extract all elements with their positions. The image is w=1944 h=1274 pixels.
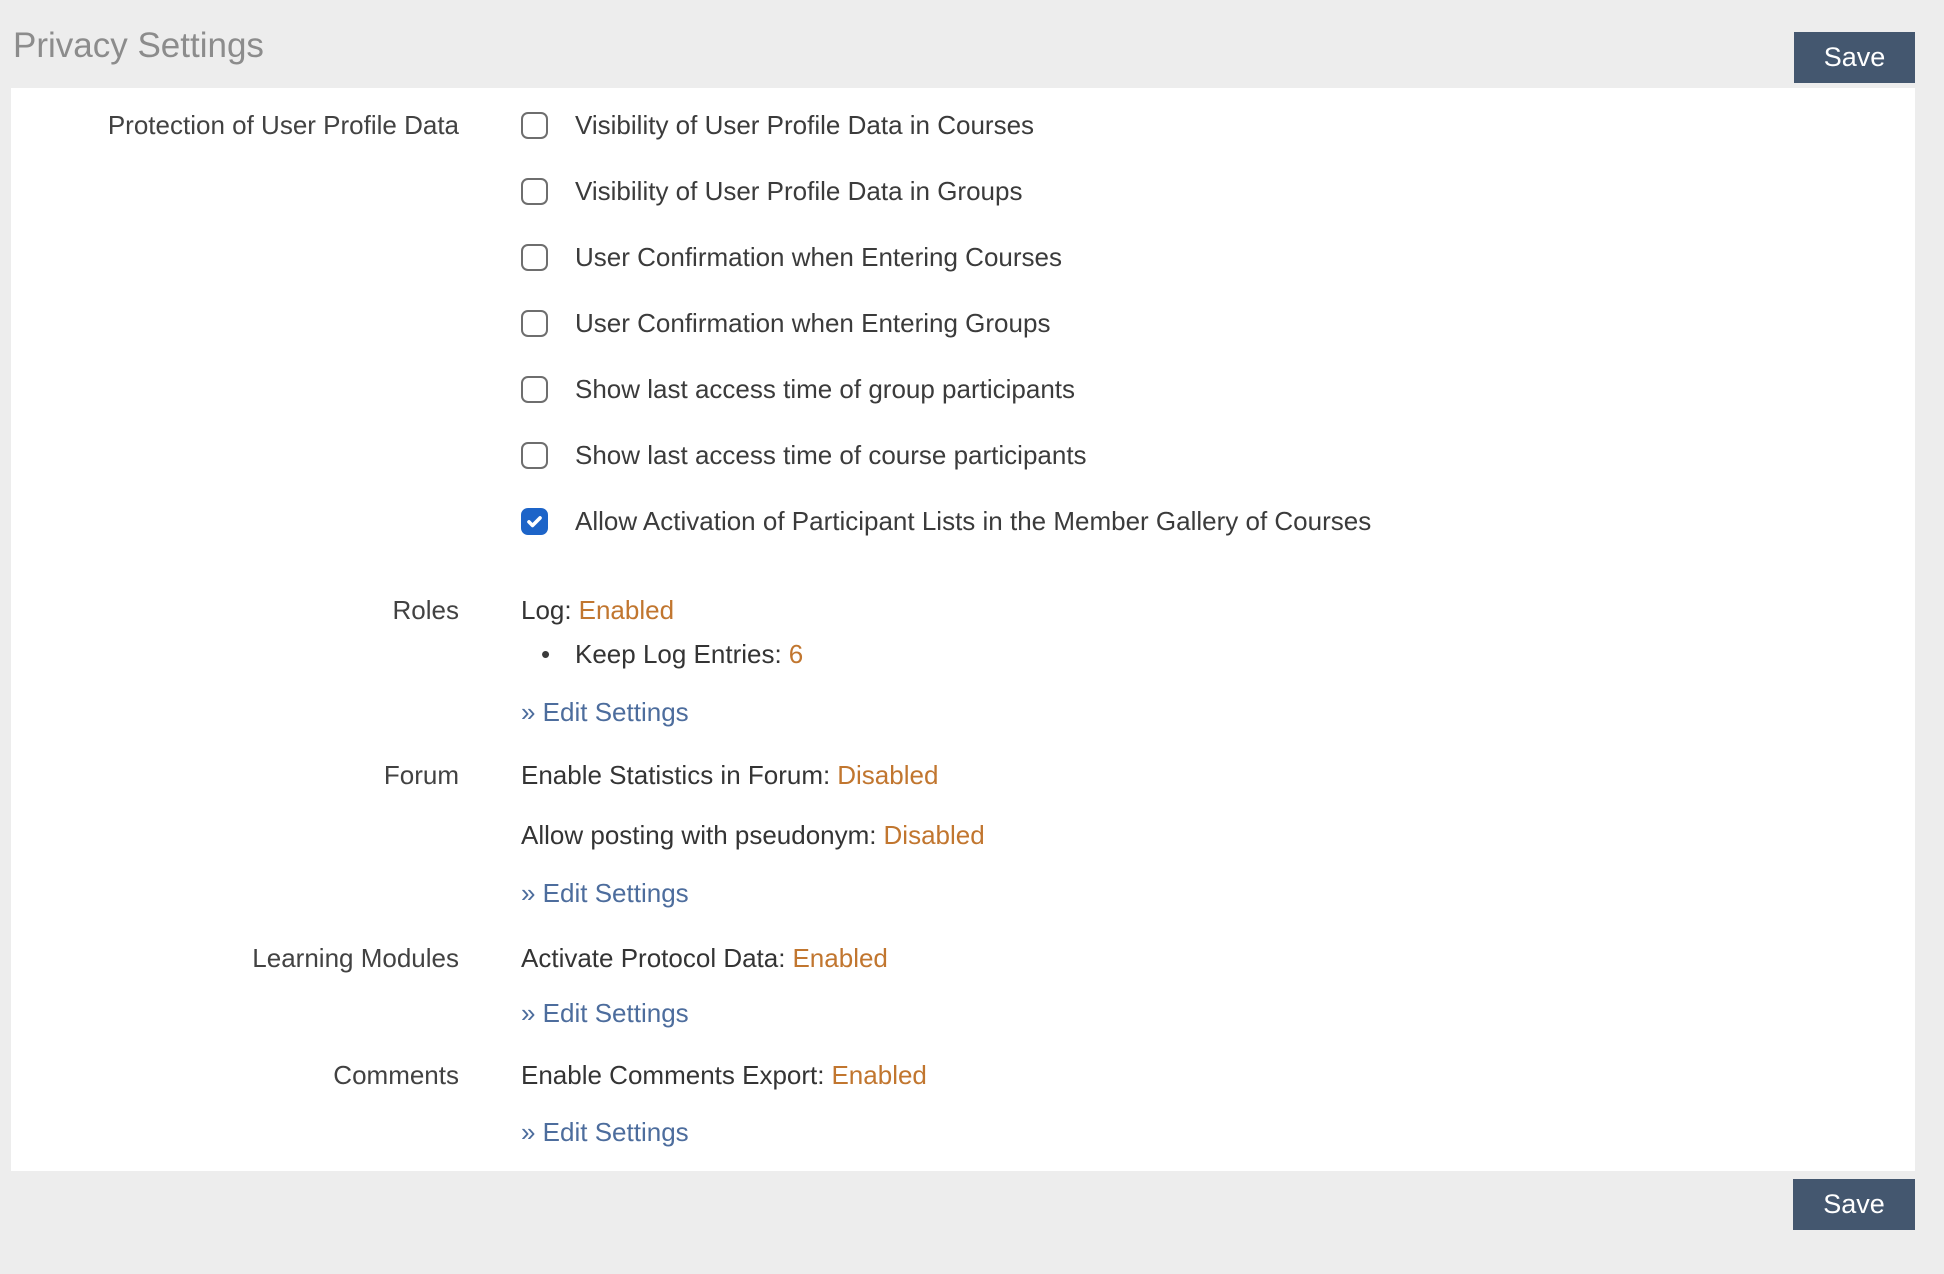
status-line: Enable Statistics in Forum:Disabled (521, 753, 985, 797)
checkbox-row: Visibility of User Profile Data in Group… (521, 158, 1371, 224)
row-label-comments: Comments (11, 1053, 459, 1097)
checkbox-label[interactable]: Visibility of User Profile Data in Cours… (575, 103, 1034, 147)
status-line: Enable Comments Export:Enabled (521, 1053, 927, 1097)
status-prefix: Allow posting with pseudonym: (521, 820, 877, 850)
checkbox-row: Show last access time of course particip… (521, 422, 1371, 488)
status-line: •Keep Log Entries:6 (521, 632, 803, 676)
check-icon (525, 512, 544, 531)
status-line: Allow posting with pseudonym:Disabled (521, 813, 985, 857)
checkbox-participant-lists[interactable] (521, 508, 548, 535)
form-row-protection: Protection of User Profile Data Visibili… (11, 92, 1915, 554)
edit-settings-link-comments[interactable]: » Edit Settings (521, 1110, 927, 1154)
status-value: 6 (789, 639, 803, 669)
checkbox-label[interactable]: Visibility of User Profile Data in Group… (575, 169, 1022, 213)
edit-settings-link-learning-modules[interactable]: » Edit Settings (521, 991, 888, 1035)
form-row-roles: Roles Log:Enabled •Keep Log Entries:6 » … (11, 588, 1915, 734)
edit-settings-link-forum[interactable]: » Edit Settings (521, 871, 985, 915)
status-line: Log:Enabled (521, 588, 803, 632)
save-button-bottom[interactable]: Save (1793, 1179, 1915, 1230)
row-label-protection: Protection of User Profile Data (11, 92, 459, 158)
checkbox-row: Show last access time of group participa… (521, 356, 1371, 422)
edit-settings-link-roles[interactable]: » Edit Settings (521, 690, 803, 734)
bullet-icon: • (541, 632, 575, 676)
row-label-learning-modules: Learning Modules (11, 936, 459, 980)
status-value: Disabled (884, 820, 985, 850)
checkbox-row: Visibility of User Profile Data in Cours… (521, 92, 1371, 158)
checkbox-row: Allow Activation of Participant Lists in… (521, 488, 1371, 554)
checkbox-confirmation-courses[interactable] (521, 244, 548, 271)
save-button-top[interactable]: Save (1794, 32, 1915, 83)
checkbox-visibility-groups[interactable] (521, 178, 548, 205)
status-prefix: Log: (521, 595, 572, 625)
checkbox-label[interactable]: Show last access time of group participa… (575, 367, 1075, 411)
row-label-forum: Forum (11, 753, 459, 797)
status-prefix: Keep Log Entries: (575, 639, 782, 669)
checkbox-row: User Confirmation when Entering Groups (521, 290, 1371, 356)
checkbox-label[interactable]: User Confirmation when Entering Groups (575, 301, 1050, 345)
status-prefix: Activate Protocol Data: (521, 943, 785, 973)
checkbox-last-access-course[interactable] (521, 442, 548, 469)
checkbox-label[interactable]: User Confirmation when Entering Courses (575, 235, 1062, 279)
status-value: Enabled (792, 943, 887, 973)
checkbox-row: User Confirmation when Entering Courses (521, 224, 1371, 290)
row-label-roles: Roles (11, 588, 459, 632)
checkbox-confirmation-groups[interactable] (521, 310, 548, 337)
form-row-learning-modules: Learning Modules Activate Protocol Data:… (11, 936, 1915, 1035)
status-line: Activate Protocol Data:Enabled (521, 936, 888, 980)
page-title: Privacy Settings (13, 26, 264, 66)
checkbox-group: Visibility of User Profile Data in Cours… (521, 92, 1371, 554)
checkbox-label[interactable]: Show last access time of course particip… (575, 433, 1087, 477)
settings-panel: Protection of User Profile Data Visibili… (11, 88, 1915, 1171)
checkbox-label[interactable]: Allow Activation of Participant Lists in… (575, 499, 1371, 543)
checkbox-last-access-group[interactable] (521, 376, 548, 403)
status-prefix: Enable Statistics in Forum: (521, 760, 830, 790)
status-value: Enabled (831, 1060, 926, 1090)
form-row-comments: Comments Enable Comments Export:Enabled … (11, 1053, 1915, 1154)
checkbox-visibility-courses[interactable] (521, 112, 548, 139)
status-value: Disabled (837, 760, 938, 790)
form-row-forum: Forum Enable Statistics in Forum:Disable… (11, 753, 1915, 915)
status-value: Enabled (579, 595, 674, 625)
status-prefix: Enable Comments Export: (521, 1060, 824, 1090)
